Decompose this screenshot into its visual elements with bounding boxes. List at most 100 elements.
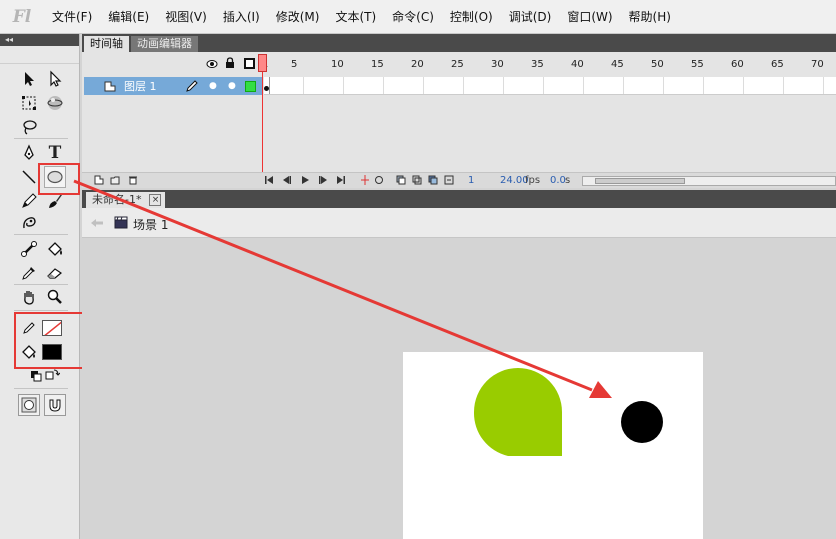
outline-color-box[interactable]	[245, 80, 256, 92]
visibility-dot[interactable]: ●	[209, 81, 217, 91]
stage-canvas[interactable]	[403, 352, 703, 539]
pencil-tool[interactable]	[18, 190, 40, 212]
menu-control[interactable]: 控制(O)	[442, 0, 501, 34]
brush-tool[interactable]	[44, 190, 66, 212]
timeline-tabs: 时间轴 动画编辑器	[82, 34, 836, 52]
frame-ruler[interactable]: 1 5 10 15 20 25 30 35 40 45 50 55 60 65 …	[260, 52, 836, 76]
deco-tool[interactable]	[18, 212, 40, 234]
object-drawing-button[interactable]	[18, 394, 40, 416]
go-first-icon[interactable]	[264, 175, 274, 188]
menu-edit[interactable]: 编辑(E)	[100, 0, 157, 34]
play-icon[interactable]	[300, 175, 310, 188]
edit-multiple-icon[interactable]	[428, 175, 438, 188]
document-tab-bar: 未命名-1* ×	[82, 190, 836, 208]
tab-motion-editor[interactable]: 动画编辑器	[131, 36, 198, 52]
zoom-tool[interactable]	[44, 286, 66, 308]
menu-help[interactable]: 帮助(H)	[621, 0, 679, 34]
stroke-color-swatch[interactable]	[42, 320, 62, 336]
frame-number: 45	[611, 59, 624, 70]
document-tab[interactable]: 未命名-1* ×	[86, 192, 166, 208]
close-icon[interactable]: ×	[149, 194, 162, 206]
modify-markers-icon[interactable]	[444, 175, 454, 188]
lock-dot[interactable]: ●	[228, 81, 236, 91]
text-tool[interactable]: T	[44, 142, 66, 164]
no-color-icon	[44, 321, 61, 335]
selection-tool[interactable]	[18, 68, 40, 90]
subselection-tool[interactable]	[44, 68, 66, 90]
frame-number: 50	[651, 59, 664, 70]
lasso-tool[interactable]	[18, 116, 40, 138]
menu-modify[interactable]: 修改(M)	[268, 0, 328, 34]
playhead[interactable]	[258, 54, 267, 72]
stroke-color-tool[interactable]	[18, 317, 40, 339]
menu-insert[interactable]: 插入(I)	[215, 0, 268, 34]
frame-number: 25	[451, 59, 464, 70]
menu-view[interactable]: 视图(V)	[157, 0, 215, 34]
deco-icon	[23, 217, 36, 229]
hand-icon	[24, 291, 34, 305]
pen-tool[interactable]	[18, 142, 40, 164]
elapsed-time-unit: s	[565, 175, 571, 186]
new-layer-icon[interactable]	[94, 175, 104, 188]
bone-icon	[21, 241, 37, 257]
eraser-icon	[47, 268, 63, 279]
menu-debug[interactable]: 调试(D)	[501, 0, 560, 34]
frame-number: 15	[371, 59, 384, 70]
clapperboard-icon	[114, 215, 128, 232]
center-frame-icon[interactable]	[360, 175, 370, 188]
step-forward-icon[interactable]	[318, 175, 328, 188]
timeline-scrollbar[interactable]	[582, 176, 836, 186]
current-frame: 1	[468, 175, 475, 186]
tools-divider	[14, 388, 68, 389]
eyedropper-tool[interactable]	[18, 262, 40, 284]
free-transform-tool[interactable]	[18, 92, 40, 114]
bone-tool[interactable]	[18, 238, 40, 260]
menu-commands[interactable]: 命令(C)	[384, 0, 442, 34]
lock-icon[interactable]	[225, 57, 235, 72]
onion-outline-icon[interactable]	[412, 175, 422, 188]
frames-row[interactable]	[264, 77, 836, 95]
scrollbar-thumb[interactable]	[595, 178, 685, 184]
eye-icon[interactable]	[206, 58, 218, 72]
outline-icon[interactable]	[244, 58, 255, 69]
menu-window[interactable]: 窗口(W)	[559, 0, 620, 34]
menu-text[interactable]: 文本(T)	[327, 0, 384, 34]
line-icon	[22, 170, 36, 184]
layer-row[interactable]: 图层 1 ● ●	[84, 77, 262, 95]
tools-panel: ◂◂ T	[0, 34, 80, 539]
onion-skin-icon[interactable]	[396, 175, 406, 188]
swap-colors-button[interactable]	[40, 364, 62, 386]
paint-bucket-icon	[48, 242, 62, 256]
tools-collapse-button[interactable]: ◂◂	[0, 34, 79, 46]
eraser-tool[interactable]	[44, 262, 66, 284]
snap-to-objects-button[interactable]	[44, 394, 66, 416]
pencil-stroke-icon	[23, 322, 35, 334]
fill-color-tool[interactable]	[18, 341, 40, 363]
paint-bucket-tool[interactable]	[44, 238, 66, 260]
loop-icon[interactable]	[374, 175, 384, 188]
oval-icon	[47, 170, 63, 184]
frame-number: 30	[491, 59, 504, 70]
hand-tool[interactable]	[18, 286, 40, 308]
tools-divider	[14, 310, 68, 311]
pen-icon	[24, 144, 34, 160]
frame-number: 40	[571, 59, 584, 70]
step-back-icon[interactable]	[282, 175, 292, 188]
back-arrow-icon[interactable]	[90, 217, 104, 231]
go-last-icon[interactable]	[336, 175, 346, 188]
frame-number: 20	[411, 59, 424, 70]
3d-rotation-tool[interactable]	[44, 92, 66, 114]
new-folder-icon[interactable]	[110, 175, 120, 188]
timeline-panel: 时间轴 动画编辑器 1 5 10 15 20 25 30 35 40 45 50…	[82, 34, 836, 188]
oval-tool[interactable]	[44, 166, 66, 188]
line-tool[interactable]	[18, 166, 40, 188]
tab-timeline[interactable]: 时间轴	[84, 36, 129, 52]
frame-rate-unit: fps	[525, 175, 541, 186]
timeline-controls: 1 24.00 fps 0.0 s	[82, 172, 836, 188]
layer-name: 图层 1	[124, 80, 157, 93]
menu-file[interactable]: 文件(F)	[44, 0, 100, 34]
fill-color-swatch[interactable]	[42, 344, 62, 360]
trash-icon[interactable]	[128, 175, 138, 188]
scene-label[interactable]: 场景 1	[133, 216, 168, 233]
elapsed-time: 0.0	[550, 175, 566, 186]
